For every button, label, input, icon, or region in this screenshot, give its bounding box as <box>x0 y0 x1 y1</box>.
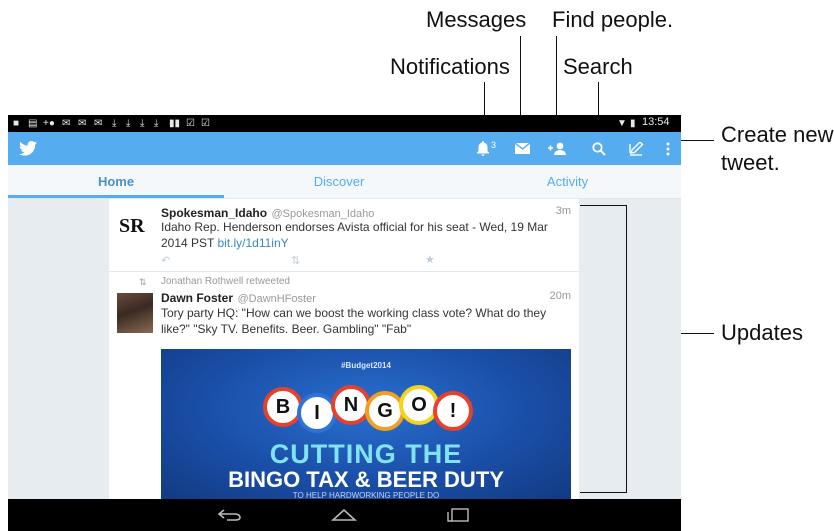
tab-home[interactable]: Home <box>8 165 224 198</box>
callout-messages: Messages <box>426 7 527 32</box>
image-caption: TO HELP HARDWORKING PEOPLE DO <box>292 491 440 499</box>
download-icon: ⤓ <box>154 118 159 129</box>
tweet-time: 20m <box>549 290 571 302</box>
avatar[interactable] <box>117 293 153 333</box>
recents-icon[interactable] <box>436 499 480 531</box>
tab-discover[interactable]: Discover <box>224 165 454 198</box>
callout-updates: Updates <box>721 320 803 345</box>
favorite-icon[interactable]: ★ <box>425 253 435 266</box>
tweet-text: Idaho Rep. Henderson endorses Avista off… <box>161 219 571 251</box>
retweet-indicator-icon: ⇅ <box>139 277 147 287</box>
overflow-menu-icon[interactable] <box>658 132 678 165</box>
search-icon[interactable] <box>587 132 611 165</box>
home-icon[interactable] <box>322 499 366 531</box>
chat-icon: ■ <box>13 118 20 129</box>
download-icon: ⤓ <box>126 118 131 129</box>
messages-icon[interactable] <box>510 132 534 165</box>
updates-bracket-bottom <box>580 492 626 493</box>
status-time: 13:54 <box>642 116 670 128</box>
tweet-text-line: like?" "Sky TV. Benefits. Beer. Gambling… <box>161 322 412 336</box>
tweet-author-name[interactable]: Dawn Foster <box>161 291 233 305</box>
checkbox-icon: ☑ <box>186 118 195 129</box>
image-hashtag: #Budget2014 <box>341 361 391 370</box>
notification-count-badge: 3 <box>490 139 496 150</box>
bingo-ball: ! <box>433 391 473 431</box>
download-icon: ⤓ <box>140 118 145 129</box>
download-icon: ⤓ <box>112 118 117 129</box>
updates-bracket-side <box>626 205 627 493</box>
tweet[interactable]: SR Spokesman_Idaho @Spokesman_Idaho 3m I… <box>109 199 579 272</box>
bingo-balls: B I N G O ! <box>263 383 473 433</box>
tweet-author-handle[interactable]: @DawnHFoster <box>237 293 315 305</box>
tweet-link[interactable]: bit.ly/1d11inY <box>217 236 288 250</box>
tweet-author-name[interactable]: Spokesman_Idaho <box>161 206 267 220</box>
tweet-text-line: Idaho Rep. Henderson endorses Avista off… <box>161 220 548 234</box>
active-tab-indicator <box>8 195 224 198</box>
status-bar: ■ ▤ +● ✉ ✉ ✉ ⤓ ⤓ ⤓ ⤓ ▮▮ ☑ ☑ ▼ ▮ 13:54 <box>8 115 681 132</box>
callout-notifications: Notifications <box>390 54 510 79</box>
image-subheadline: BINGO TAX & BEER DUTY <box>228 467 504 492</box>
tweet-text: Tory party HQ: "How can we boost the wor… <box>161 305 573 337</box>
callout-search: Search <box>563 54 633 79</box>
callout-create-new-tweet-2: tweet. <box>721 150 780 175</box>
callout-create-new-tweet-1: Create new <box>721 122 834 147</box>
tweet-text-line: 2014 PST bit.ly/1d11inY <box>161 235 571 251</box>
compose-icon[interactable] <box>625 132 649 165</box>
clipboard-icon: ▤ <box>28 118 38 129</box>
timeline[interactable]: SR Spokesman_Idaho @Spokesman_Idaho 3m I… <box>109 199 579 499</box>
battery-icon: ▮ <box>630 118 636 129</box>
notifications-icon[interactable]: 3 <box>474 132 498 165</box>
tweet-text-fragment: 2014 PST <box>161 236 218 250</box>
callout-find-people: Find people. <box>552 7 674 32</box>
find-people-icon[interactable] <box>544 132 572 165</box>
app-bar: 3 <box>8 132 681 165</box>
retweet-icon[interactable]: ⇅ <box>291 254 300 267</box>
tab-bar: Home Discover Activity <box>8 165 681 199</box>
mail-icon: ✉ <box>78 118 87 129</box>
mail-icon: ✉ <box>94 118 103 129</box>
add-user-icon: +● <box>43 118 55 129</box>
tweet-time: 3m <box>555 205 571 217</box>
tweet-text-line: Tory party HQ: "How can we boost the wor… <box>161 306 547 320</box>
navigation-bar <box>8 499 681 531</box>
back-icon[interactable] <box>208 499 252 531</box>
image-headline: CUTTING THE <box>269 439 463 469</box>
barcode-icon: ▮▮ <box>169 118 181 129</box>
tweet[interactable]: ⇅ Jonathan Rothwell retweeted Dawn Foste… <box>109 271 579 499</box>
retweeted-by-label[interactable]: Jonathan Rothwell retweeted <box>161 276 290 287</box>
tablet-screen: ■ ▤ +● ✉ ✉ ✉ ⤓ ⤓ ⤓ ⤓ ▮▮ ☑ ☑ ▼ ▮ 13:54 3 <box>8 115 681 531</box>
updates-bracket-top <box>580 205 626 206</box>
twitter-bird-icon[interactable] <box>16 132 40 165</box>
tweet-image[interactable]: #Budget2014 B I N G O ! CUTTING THE BING… <box>161 349 571 499</box>
wifi-icon: ▼ <box>617 118 627 129</box>
checkbox-icon: ☑ <box>201 118 210 129</box>
reply-icon[interactable]: ↶ <box>161 254 170 267</box>
avatar[interactable]: SR <box>119 215 145 238</box>
mail-icon: ✉ <box>62 118 71 129</box>
tab-activity[interactable]: Activity <box>454 165 681 198</box>
